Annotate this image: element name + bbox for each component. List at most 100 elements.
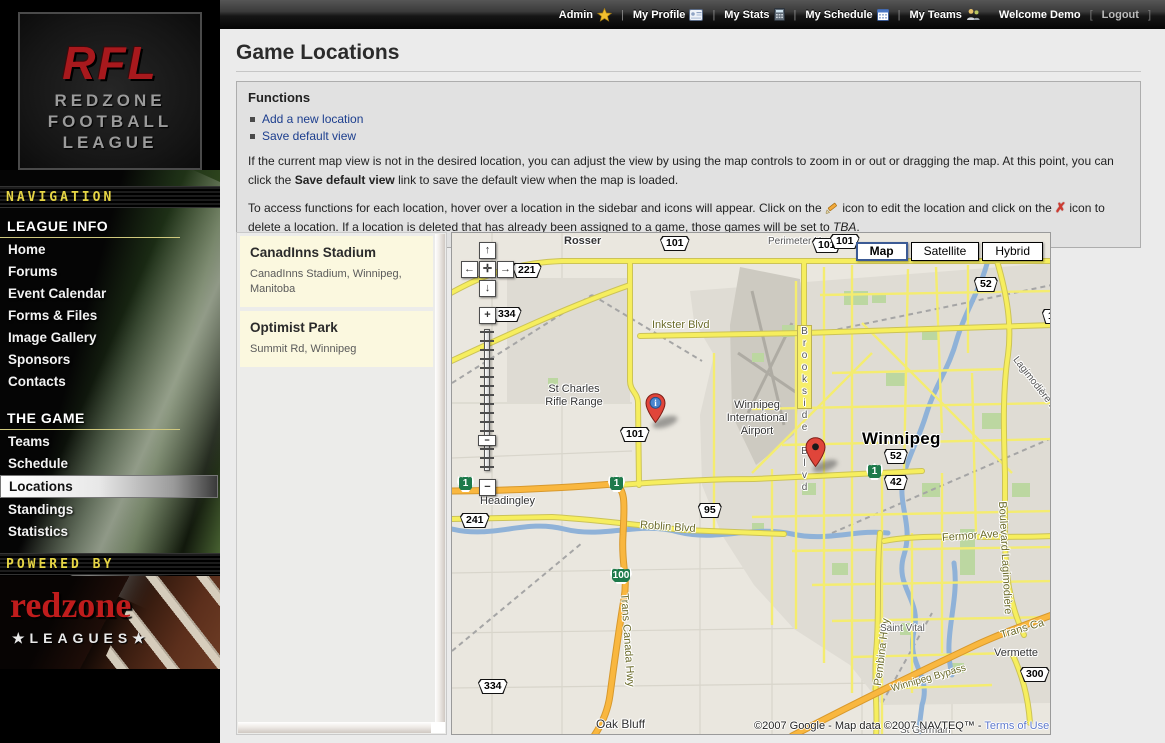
location-card-optimist[interactable]: Optimist Park Summit Rd, Winnipeg [240,311,433,367]
topbar-my-profile-link[interactable]: My Profile [633,9,704,21]
sidebar-item-locations[interactable]: Locations [0,475,218,498]
map-label-airport-2: International [702,412,812,424]
sidebar: RFL REDZONE FOOTBALL LEAGUE NAVIGATION L… [0,0,220,743]
section-league-info: LEAGUE INFO [0,212,180,238]
functions-box: Functions Add a new location Save defaul… [236,81,1141,248]
zoom-in-button[interactable]: + [479,307,496,324]
save-default-view-row: Save default view [250,129,1129,143]
delete-x-icon: ✗ [1055,200,1066,215]
topbar-separator: | [898,9,901,21]
map-marker-location[interactable] [805,437,826,468]
sidebar-item-image-gallery[interactable]: Image Gallery [0,327,220,348]
vertical-scrollbar[interactable] [435,234,445,723]
map-type-satellite-button[interactable]: Satellite [911,242,980,261]
my-profile-label: My Profile [633,9,686,21]
my-schedule-label: My Schedule [805,9,872,21]
zoom-slider-handle[interactable]: − [478,435,496,446]
functions-title: Functions [248,90,1129,105]
leagues-logo-text: ★LEAGUES★ [12,630,150,647]
pan-left-button[interactable]: ← [461,261,478,278]
rfl-locations-page: RFL REDZONE FOOTBALL LEAGUE NAVIGATION L… [0,0,1165,743]
sidebar-item-event-calendar[interactable]: Event Calendar [0,283,220,304]
map-label-st-charles-1: St Charles [514,383,634,395]
copyright-text: ©2007 Google - Map data ©2007 NAVTEQ™ - [754,720,984,732]
sidebar-item-home[interactable]: Home [0,239,220,260]
horizontal-scrollbar[interactable] [238,722,433,733]
add-location-row: Add a new location [250,112,1129,126]
map-label-airport-1: Winnipeg [702,399,812,411]
map-label-st-charles-2: Rifle Range [514,396,634,408]
map-copyright: ©2007 Google - Map data ©2007 NAVTEQ™ - … [754,720,1049,732]
edit-pencil-icon [825,201,839,214]
rfl-logo-acronym: RFL [20,36,200,90]
location-cards: CanadInns Stadium CanadInns Stadium, Win… [240,236,433,371]
zoom-slider-ticks [480,331,494,469]
shield-52: 52 [974,277,998,292]
shield-95: 95 [698,503,722,518]
map-tiles [452,233,1051,735]
map-marker-info[interactable]: i [645,393,666,424]
instructions-paragraph-1: If the current map view is not in the de… [248,152,1129,189]
map-type-hybrid-button[interactable]: Hybrid [982,242,1043,261]
my-stats-label: My Stats [724,9,769,21]
location-card-canadinns[interactable]: CanadInns Stadium CanadInns Stadium, Win… [240,236,433,307]
map-label-winnipeg: Winnipeg [862,429,941,449]
topbar-my-teams-link[interactable]: My Teams [910,8,980,21]
sidebar-item-statistics[interactable]: Statistics [0,521,220,542]
map-label-airport-3: Airport [702,425,812,437]
redzone-leagues-logo[interactable]: redzone ★LEAGUES★ [0,576,220,669]
shield-52: 52 [884,449,908,464]
bullet-icon [250,117,255,122]
map-label-headingley: Headingley [480,495,535,507]
save-default-view-link[interactable]: Save default view [262,129,356,143]
pan-right-button[interactable]: → [497,261,514,278]
shield-101: 101 [620,427,650,442]
zoom-out-button[interactable]: − [479,479,496,496]
topbar-admin-link[interactable]: Admin [559,8,612,22]
para1-text-end: link to save the default view when the m… [395,173,679,187]
rfl-logo[interactable]: RFL REDZONE FOOTBALL LEAGUE [18,12,202,170]
map-canvas[interactable]: Rosser Perimeter Hwy Brookside Blvd Inks… [451,232,1051,735]
rfl-logo-line2: FOOTBALL [20,111,200,132]
map-type-buttons: Map Satellite Hybrid [856,242,1043,261]
pan-down-button[interactable]: ↓ [479,280,496,297]
rfl-logo-line3: LEAGUE [20,132,200,153]
location-address: Summit Rd, Winnipeg [250,342,423,357]
navigation-banner: NAVIGATION [0,186,220,208]
sidebar-item-standings[interactable]: Standings [0,499,220,520]
rfl-logo-line1: REDZONE [20,90,200,111]
sidebar-item-forms-files[interactable]: Forms & Files [0,305,220,326]
map-type-map-button[interactable]: Map [856,242,908,261]
topbar-my-schedule-link[interactable]: My Schedule [805,8,888,21]
map-label-oak-bluff: Oak Bluff [596,717,645,731]
topbar: Admin | My Profile | My Stats | My Sched… [220,0,1165,29]
shield-101: 101 [660,236,690,251]
sidebar-item-contacts[interactable]: Contacts [0,371,220,392]
shield-334: 334 [492,307,522,322]
profile-card-icon [689,9,703,21]
para1-bold-text: Save default view [295,173,395,187]
sidebar-item-forums[interactable]: Forums [0,261,220,282]
terms-of-use-link[interactable]: Terms of Use [984,720,1049,732]
redzone-logo-text: redzone [10,584,131,626]
topbar-separator: | [794,9,797,21]
logout-link[interactable]: Logout [1102,9,1139,21]
sidebar-item-sponsors[interactable]: Sponsors [0,349,220,370]
pan-up-button[interactable]: ↑ [479,242,496,259]
topbar-separator: | [621,9,624,21]
location-address: CanadInns Stadium, Winnipeg, Manitoba [250,267,423,297]
pan-center-button[interactable]: ✛ [479,261,496,278]
para2-text-mid: icon to edit the location and click on t… [839,201,1055,215]
page-title: Game Locations [236,41,1141,72]
star-icon [597,8,612,22]
sidebar-item-teams[interactable]: Teams [0,431,220,452]
topbar-my-stats-link[interactable]: My Stats [724,8,784,21]
shield-221: 221 [512,263,542,278]
sidebar-item-schedule[interactable]: Schedule [0,453,220,474]
bullet-icon [250,134,255,139]
location-list-panel: CanadInns Stadium CanadInns Stadium, Win… [236,232,447,735]
powered-by-banner: POWERED BY [0,553,220,575]
sidebar-menu: LEAGUE INFO Home Forums Event Calendar F… [0,212,220,543]
para2-text: To access functions for each location, h… [248,201,825,215]
add-location-link[interactable]: Add a new location [262,112,363,126]
